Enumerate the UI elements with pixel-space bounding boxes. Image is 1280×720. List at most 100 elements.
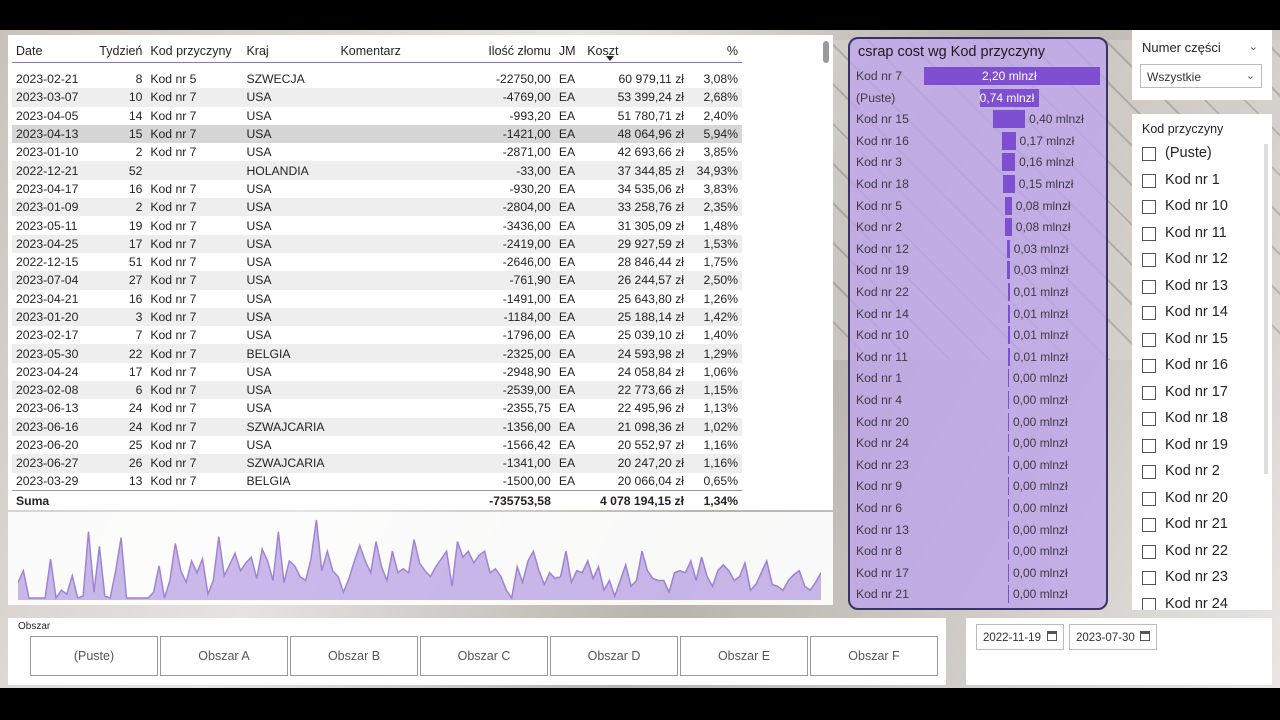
bar-row[interactable]: Kod nr 13 0,00 mlnzł xyxy=(850,520,1106,542)
bar-row[interactable]: Kod nr 11 0,01 mlnzł xyxy=(850,347,1106,369)
bar[interactable] xyxy=(1007,304,1010,323)
bar-row[interactable]: Kod nr 18 0,15 mlnzł xyxy=(850,174,1106,196)
table-row[interactable]: 2023-06-27 26 Kod nr 7 SZWAJCARIA -1341,00 EA… xyxy=(12,454,742,473)
bar[interactable] xyxy=(1008,434,1009,453)
reason-code-option[interactable]: Kod nr 15 xyxy=(1142,329,1262,353)
table-row[interactable]: 2023-05-11 19 Kod nr 7 USA -3436,00 EA 31 305,… xyxy=(12,216,742,234)
bar-row[interactable]: Kod nr 14 0,01 mlnzł xyxy=(850,304,1106,326)
reason-code-option[interactable]: Kod nr 16 xyxy=(1142,355,1262,379)
table-row[interactable]: 2023-06-16 24 Kod nr 7 SZWAJCARIA -1356,00 EA… xyxy=(12,417,742,436)
bar[interactable] xyxy=(1008,391,1009,409)
checkbox[interactable] xyxy=(1142,200,1156,214)
table-row[interactable]: 2023-06-20 25 Kod nr 7 USA -1566,42 EA 20 552,… xyxy=(12,436,742,454)
area-tile[interactable]: (Puste) xyxy=(30,636,158,676)
bar-row[interactable]: Kod nr 19 0,03 mlnzł xyxy=(850,260,1106,282)
area-tile[interactable]: Obszar B xyxy=(290,636,418,676)
bar[interactable] xyxy=(1007,283,1010,301)
checkbox[interactable] xyxy=(1142,491,1156,506)
cost-by-reason-bar-chart[interactable]: csrap cost wg Kod przyczyny Kod nr 7 2,20… xyxy=(848,37,1108,610)
area-tile[interactable]: Obszar E xyxy=(680,636,808,676)
table-row[interactable]: 2023-05-30 22 Kod nr 7 BELGIA -2325,00 EA 24 5… xyxy=(12,344,742,363)
bar[interactable] xyxy=(1008,542,1009,561)
start-date-input[interactable]: 2022-11-19 xyxy=(976,624,1064,650)
reason-code-option[interactable]: Kod nr 1 xyxy=(1142,170,1262,194)
checkbox[interactable] xyxy=(1142,306,1156,320)
table-row[interactable]: 2023-01-09 2 Kod nr 7 USA -2804,00 EA 33 258,7… xyxy=(12,198,742,217)
bar-row[interactable]: Kod nr 7 2,20 mlnzł xyxy=(850,66,1106,88)
reason-code-option[interactable]: Kod nr 14 xyxy=(1142,302,1262,326)
reason-code-option[interactable]: (Puste) xyxy=(1142,143,1262,167)
reason-code-option[interactable]: Kod nr 23 xyxy=(1142,567,1262,591)
checkbox[interactable] xyxy=(1142,412,1156,426)
checkbox[interactable] xyxy=(1142,597,1156,610)
bar[interactable] xyxy=(1001,131,1016,150)
checkbox[interactable] xyxy=(1142,518,1156,532)
reason-code-option[interactable]: Kod nr 17 xyxy=(1142,382,1262,406)
bar[interactable] xyxy=(1005,196,1012,215)
bar[interactable] xyxy=(1002,175,1015,193)
bar-row[interactable]: Kod nr 15 0,40 mlnzł xyxy=(850,109,1106,131)
table-row[interactable]: 2023-04-13 15 Kod nr 7 USA -1421,00 EA 48 064,… xyxy=(12,124,742,144)
table-row[interactable]: 2023-01-20 3 Kod nr 7 USA -1184,00 EA 25 188,1… xyxy=(12,307,742,327)
bar[interactable] xyxy=(1008,563,1009,582)
bar[interactable] xyxy=(1008,499,1009,517)
part-number-dropdown[interactable]: Wszystkie ⌄ xyxy=(1140,64,1262,88)
scrap-table-visual[interactable]: Date Tydzień Kod przyczyny Kraj Komentar… xyxy=(8,35,833,511)
checkbox[interactable] xyxy=(1142,226,1156,241)
table-row[interactable]: 2023-04-21 16 Kod nr 7 USA -1491,00 EA 25 643,… xyxy=(12,290,742,308)
checkbox[interactable] xyxy=(1142,279,1156,294)
reason-code-option[interactable]: Kod nr 22 xyxy=(1142,541,1262,565)
reason-code-option[interactable]: Kod nr 13 xyxy=(1142,276,1262,300)
reason-code-option[interactable]: Kod nr 21 xyxy=(1142,514,1262,538)
area-tile[interactable]: Obszar F xyxy=(810,636,938,676)
bar-row[interactable]: Kod nr 22 0,01 mlnzł xyxy=(850,282,1106,304)
table-scrollbar[interactable] xyxy=(823,41,829,63)
calendar-icon[interactable] xyxy=(1047,631,1057,641)
bar-row[interactable]: Kod nr 17 0,00 mlnzł xyxy=(850,563,1106,585)
bar[interactable] xyxy=(1008,369,1009,388)
bar-row[interactable]: Kod nr 16 0,17 mlnzł xyxy=(850,131,1106,153)
checkbox[interactable] xyxy=(1142,253,1156,267)
col-header-unit[interactable]: JM xyxy=(555,40,583,62)
bar[interactable] xyxy=(1005,218,1012,237)
bar-row[interactable]: Kod nr 3 0,16 mlnzł xyxy=(850,152,1106,174)
bar-row[interactable]: Kod nr 5 0,08 mlnzł xyxy=(850,196,1106,218)
table-row[interactable]: 2023-03-07 10 Kod nr 7 USA -4769,00 EA 53 399,… xyxy=(12,88,742,107)
chevron-down-icon[interactable]: ⌄ xyxy=(1249,40,1258,53)
bar[interactable] xyxy=(1007,239,1010,258)
table-row[interactable]: 2023-06-13 24 Kod nr 7 USA -2355,75 EA 22 495,… xyxy=(12,399,742,417)
reason-code-option[interactable]: Kod nr 24 xyxy=(1142,594,1262,610)
bar-row[interactable]: Kod nr 6 0,00 mlnzł xyxy=(850,498,1106,520)
col-header-comment[interactable]: Komentarz xyxy=(336,40,456,62)
checkbox[interactable] xyxy=(1142,571,1156,585)
reason-code-option[interactable]: Kod nr 12 xyxy=(1142,249,1262,273)
table-row[interactable]: 2023-04-17 16 Kod nr 7 USA -930,20 EA 34 535,0… xyxy=(12,180,742,198)
bar-row[interactable]: (Puste) 0,74 mlnzł xyxy=(850,88,1106,110)
bar[interactable] xyxy=(1008,477,1009,496)
bar-row[interactable]: Kod nr 12 0,03 mlnzł xyxy=(850,239,1106,261)
checkbox[interactable] xyxy=(1142,147,1156,161)
bar[interactable] xyxy=(993,110,1026,129)
bar-row[interactable]: Kod nr 1 0,00 mlnzł xyxy=(850,368,1106,390)
bar[interactable] xyxy=(1008,455,1009,474)
bar-row[interactable]: Kod nr 24 0,00 mlnzł xyxy=(850,433,1106,455)
checkbox[interactable] xyxy=(1142,385,1156,400)
bar-row[interactable]: Kod nr 4 0,00 mlnzł xyxy=(850,390,1106,412)
col-header-reason-code[interactable]: Kod przyczyny xyxy=(146,40,242,62)
bar[interactable] xyxy=(1008,585,1009,604)
bar[interactable] xyxy=(1008,520,1009,539)
area-tile[interactable]: Obszar A xyxy=(160,636,288,676)
scrap-area-chart[interactable] xyxy=(8,512,833,605)
bar-row[interactable]: Kod nr 23 0,00 mlnzł xyxy=(850,455,1106,477)
table-row[interactable]: 2023-07-04 27 Kod nr 7 USA -761,90 EA 26 244,5… xyxy=(12,271,742,290)
col-header-cost[interactable]: Koszt xyxy=(583,40,688,62)
checkbox[interactable] xyxy=(1142,544,1156,559)
checkbox[interactable] xyxy=(1142,465,1156,479)
end-date-input[interactable]: 2023-07-30 xyxy=(1069,624,1157,650)
bar[interactable] xyxy=(1007,261,1010,280)
checkbox[interactable] xyxy=(1142,173,1156,188)
checkbox[interactable] xyxy=(1142,359,1156,373)
bar-row[interactable]: Kod nr 10 0,01 mlnzł xyxy=(850,325,1106,347)
bar-row[interactable]: Kod nr 20 0,00 mlnzł xyxy=(850,412,1106,434)
reason-code-option[interactable]: Kod nr 19 xyxy=(1142,435,1262,459)
